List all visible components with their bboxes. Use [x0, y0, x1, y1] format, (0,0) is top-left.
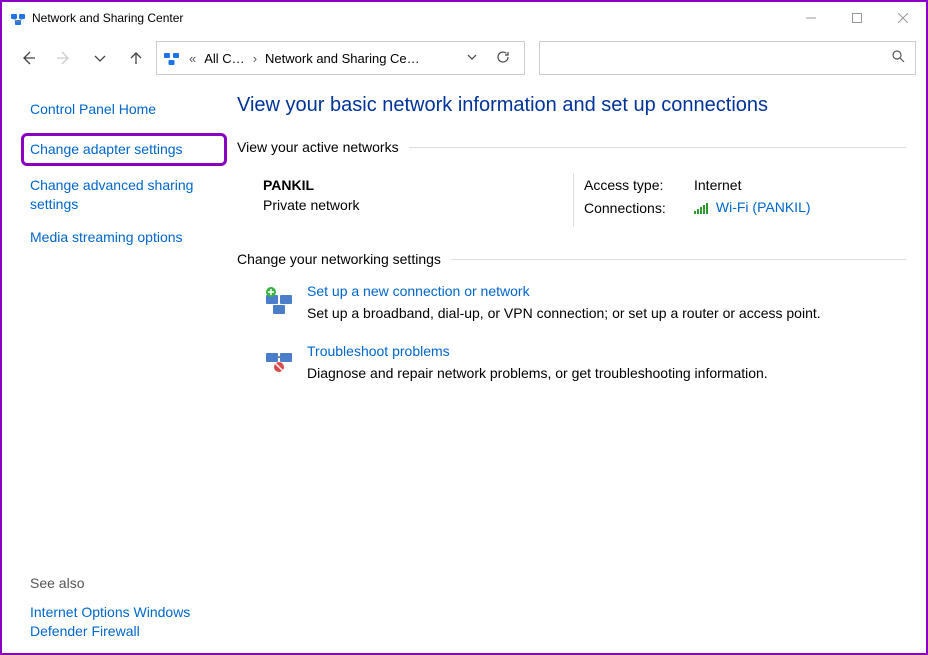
access-type-row: Access type: Internet: [584, 177, 906, 193]
section-rule: [451, 259, 906, 260]
setting-item-troubleshoot: Troubleshoot problems Diagnose and repai…: [263, 343, 906, 381]
back-button[interactable]: [12, 42, 44, 74]
window-title: Network and Sharing Center: [32, 11, 183, 25]
up-button[interactable]: [120, 42, 152, 74]
breadcrumb-seg-network-sharing[interactable]: Network and Sharing Ce…: [265, 51, 420, 66]
section-label: Change your networking settings: [237, 251, 441, 267]
wifi-signal-icon: [694, 201, 708, 217]
address-bar[interactable]: « All C… › Network and Sharing Ce…: [156, 41, 525, 75]
active-network-left: PANKIL Private network: [263, 177, 563, 223]
see-also-section: See also Internet Options Windows Defend…: [30, 575, 227, 641]
troubleshoot-desc: Diagnose and repair network problems, or…: [307, 365, 768, 381]
sidebar-link-control-panel-home[interactable]: Control Panel Home: [30, 100, 227, 119]
minimize-button[interactable]: [788, 2, 834, 34]
window: Network and Sharing Center «: [0, 0, 928, 655]
close-button[interactable]: [880, 2, 926, 34]
sidebar-link-media-streaming[interactable]: Media streaming options: [30, 228, 227, 247]
maximize-button[interactable]: [834, 2, 880, 34]
control-panel-icon: [163, 49, 181, 67]
recent-locations-button[interactable]: [84, 42, 116, 74]
address-dropdown-button[interactable]: [462, 51, 482, 66]
sidebar-link-change-advanced-sharing[interactable]: Change advanced sharing settings: [30, 176, 210, 214]
connection-link[interactable]: Wi-Fi (PANKIL): [716, 199, 811, 215]
active-networks: PANKIL Private network Access type: Inte…: [237, 165, 906, 251]
troubleshoot-icon: [263, 345, 295, 377]
network-name: PANKIL: [263, 177, 563, 193]
titlebar: Network and Sharing Center: [2, 2, 926, 34]
see-also-heading: See also: [30, 575, 227, 591]
section-rule: [409, 147, 906, 148]
connections-label: Connections:: [584, 200, 694, 216]
page-title: View your basic network information and …: [237, 94, 906, 117]
access-type-value: Internet: [694, 177, 741, 193]
setting-item-setup-connection: Set up a new connection or network Set u…: [263, 283, 906, 321]
section-label: View your active networks: [237, 139, 399, 155]
sidebar: Control Panel Home Change adapter settin…: [2, 82, 237, 653]
refresh-button[interactable]: [488, 50, 518, 67]
sidebar-link-internet-options[interactable]: Internet Options: [30, 604, 130, 620]
settings-list: Set up a new connection or network Set u…: [237, 277, 906, 381]
network-type: Private network: [263, 197, 563, 213]
setup-connection-desc: Set up a broadband, dial-up, or VPN conn…: [307, 305, 821, 321]
setup-connection-icon: [263, 285, 295, 317]
breadcrumb-seg-all-control-panel[interactable]: All C…: [204, 51, 244, 66]
sidebar-link-change-adapter-settings[interactable]: Change adapter settings: [21, 133, 227, 166]
vertical-divider: [573, 173, 574, 227]
chevron-right-icon[interactable]: ›: [251, 51, 259, 66]
main-content: View your basic network information and …: [237, 82, 926, 653]
troubleshoot-link[interactable]: Troubleshoot problems: [307, 343, 768, 359]
forward-button[interactable]: [48, 42, 80, 74]
navigation-bar: « All C… › Network and Sharing Ce…: [2, 34, 926, 82]
connections-row: Connections: Wi-Fi (PANKIL): [584, 199, 906, 217]
active-network-right: Access type: Internet Connections: Wi-Fi…: [584, 177, 906, 223]
breadcrumb-prefix: «: [187, 51, 198, 66]
search-box[interactable]: [539, 41, 916, 75]
search-icon: [891, 49, 905, 68]
setup-connection-link[interactable]: Set up a new connection or network: [307, 283, 821, 299]
access-type-label: Access type:: [584, 177, 694, 193]
body: Control Panel Home Change adapter settin…: [2, 82, 926, 653]
app-icon: [10, 10, 26, 26]
section-change-settings: Change your networking settings: [237, 251, 906, 267]
section-active-networks: View your active networks: [237, 139, 906, 155]
